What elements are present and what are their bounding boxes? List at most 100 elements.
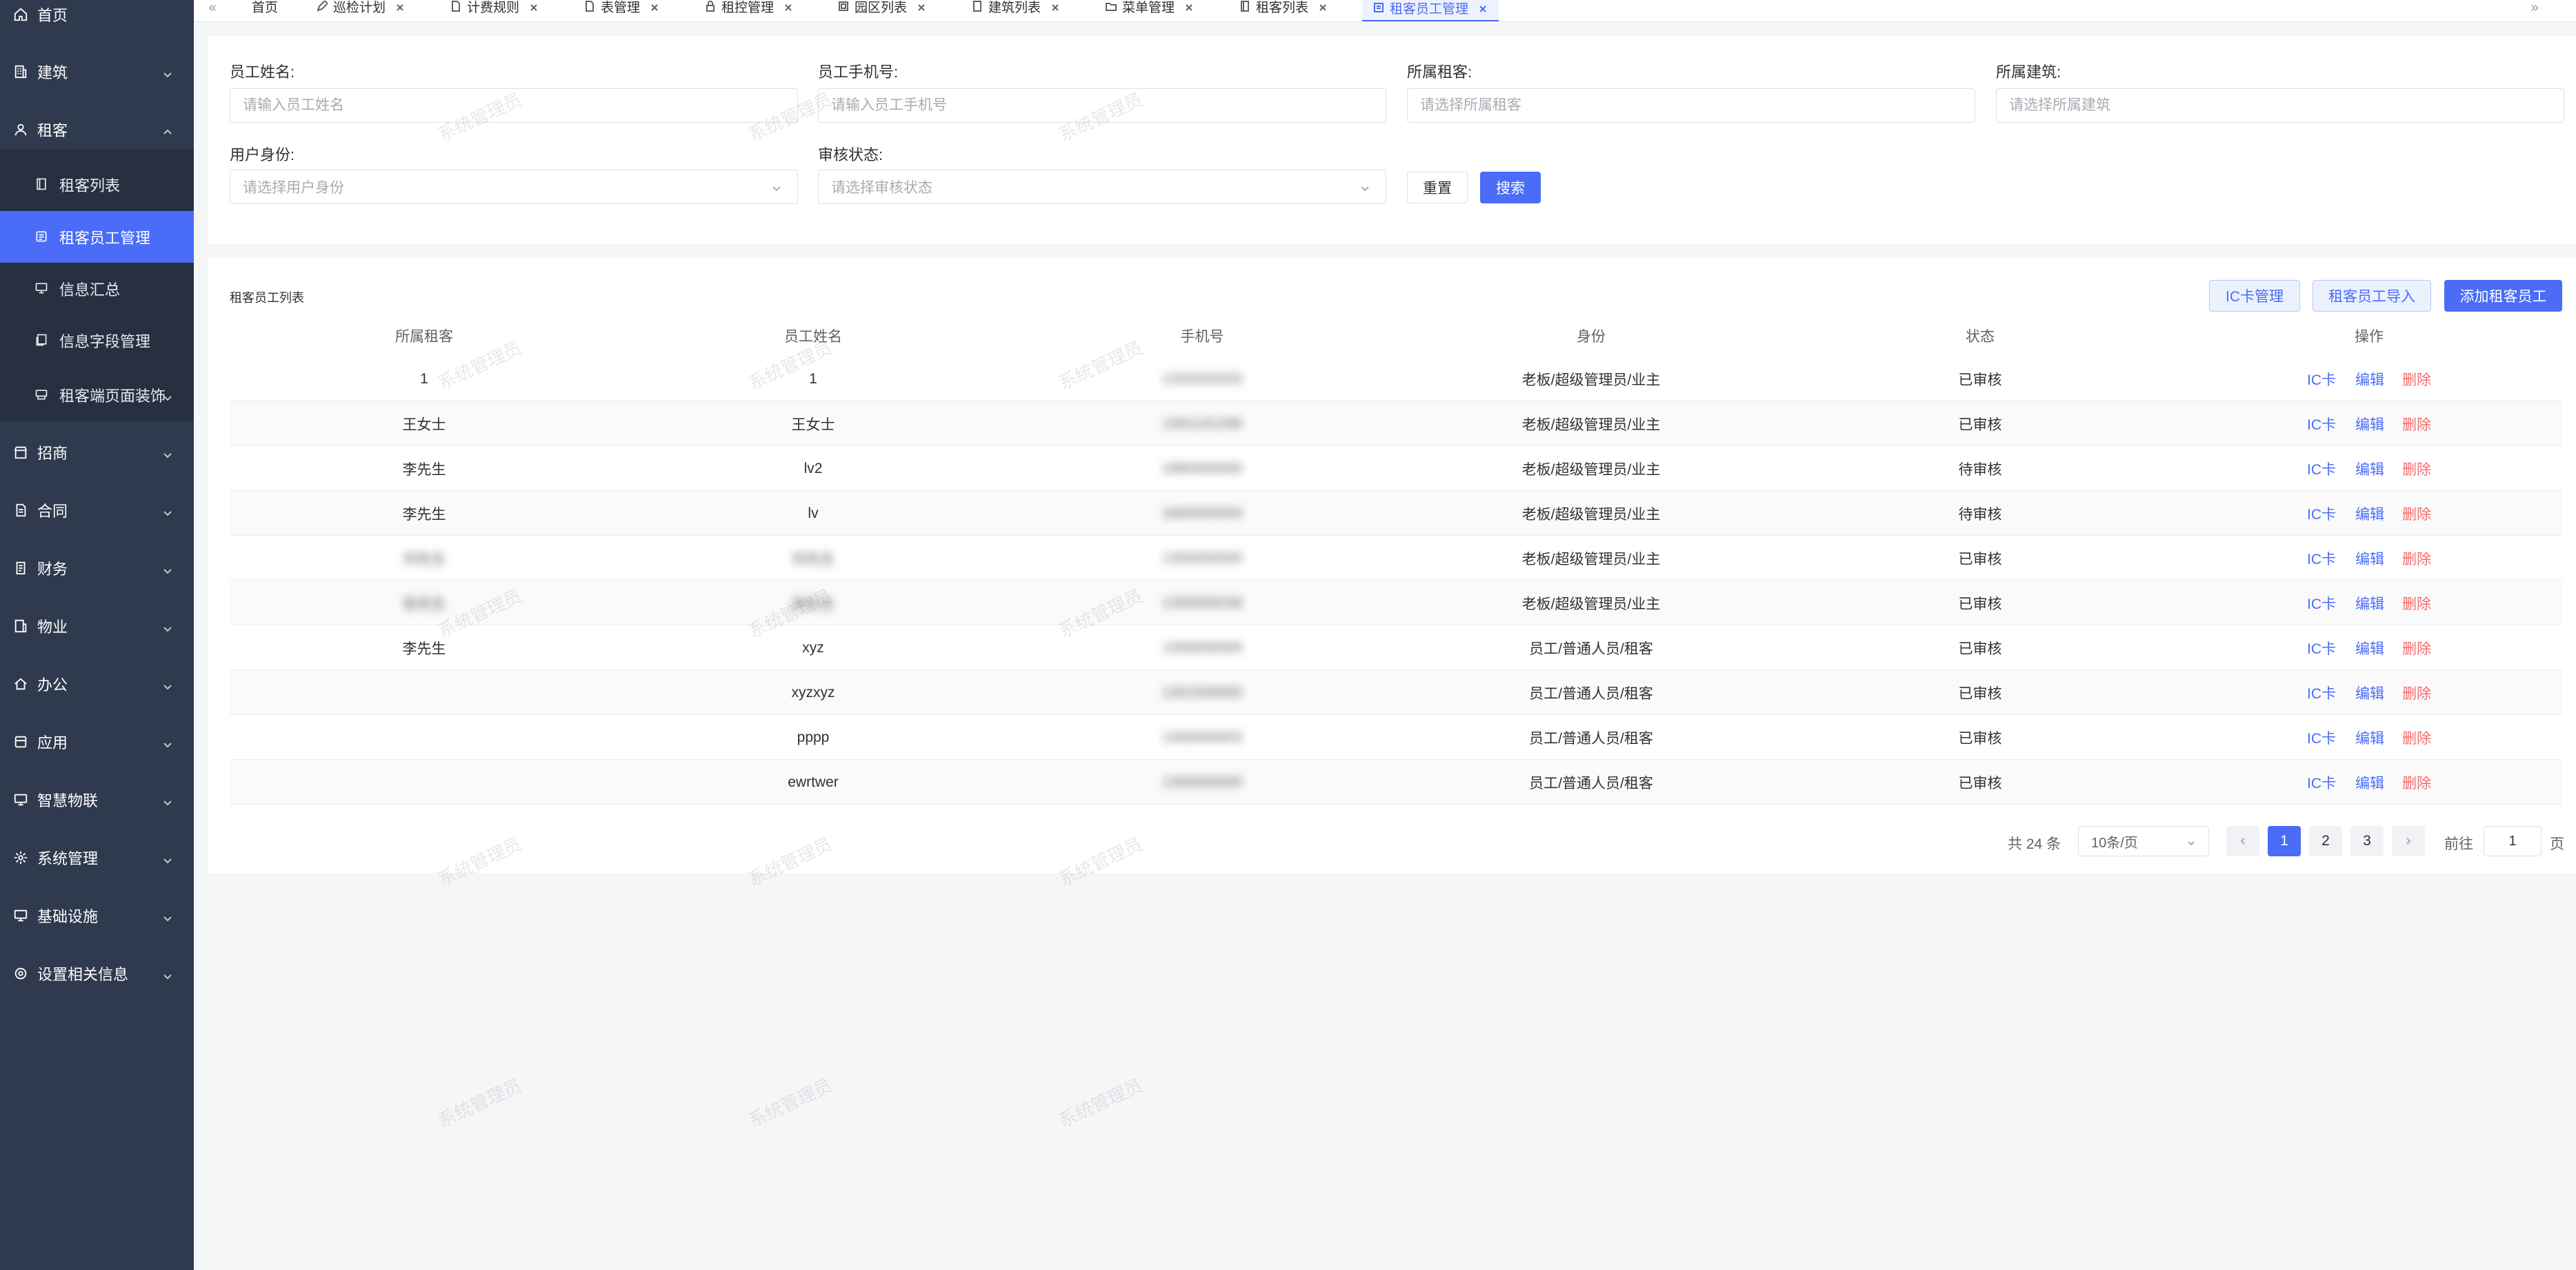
edit-link[interactable]: 编辑 <box>2355 625 2384 670</box>
staff-import-button[interactable]: 租客员工导入 <box>2313 280 2431 312</box>
sidebar-item-tenant-list[interactable]: 租客列表 <box>0 159 194 210</box>
delete-link[interactable]: 删除 <box>2402 625 2431 670</box>
building-input[interactable] <box>1996 88 2564 123</box>
ic-card-link[interactable]: IC卡 <box>2307 715 2336 760</box>
sidebar-item-building[interactable]: 建筑 <box>0 50 194 93</box>
sidebar-item-tenant[interactable]: 租客 <box>0 108 194 151</box>
edit-link[interactable]: 编辑 <box>2355 491 2384 536</box>
sidebar-item-settings[interactable]: 设置相关信息 <box>0 952 194 995</box>
next-page-button[interactable] <box>2392 826 2425 856</box>
edit-link[interactable]: 编辑 <box>2355 715 2384 760</box>
tabs-scroll-right-icon[interactable]: » <box>2525 0 2544 19</box>
tabs-scroll-left-icon[interactable]: « <box>203 0 222 19</box>
sidebar-item-page-decor[interactable]: 租客端页面装饰 <box>0 369 194 421</box>
sidebar-item-iot[interactable]: 智慧物联 <box>0 778 194 821</box>
sidebar-item-property[interactable]: 物业 <box>0 605 194 647</box>
apps-icon <box>12 734 29 750</box>
tab-menu-manage[interactable]: 菜单管理 <box>1106 0 1194 17</box>
sidebar-item-tenant-staff[interactable]: 租客员工管理 <box>0 211 194 263</box>
tab-park-list[interactable]: 园区列表 <box>838 0 926 17</box>
tab-meter-manage[interactable]: 表管理 <box>584 0 659 17</box>
status-select-placeholder: 请选择审核状态 <box>831 180 932 196</box>
close-icon[interactable] <box>395 1 405 11</box>
tab-building-list[interactable]: 建筑列表 <box>972 0 1060 17</box>
close-icon[interactable] <box>1318 1 1328 11</box>
delete-link[interactable]: 删除 <box>2402 670 2431 715</box>
edit-link[interactable]: 编辑 <box>2355 356 2384 401</box>
sidebar-item-label: 首页 <box>37 7 68 24</box>
sidebar-item-infrastructure[interactable]: 基础设施 <box>0 894 194 937</box>
park-icon <box>838 1 849 12</box>
close-icon[interactable] <box>1184 1 1194 11</box>
edit-link[interactable]: 编辑 <box>2355 401 2384 446</box>
ic-card-link[interactable]: IC卡 <box>2307 670 2336 715</box>
tab-tenant-list[interactable]: 租客列表 <box>1239 0 1328 17</box>
delete-link[interactable]: 删除 <box>2402 446 2431 491</box>
ic-card-link[interactable]: IC卡 <box>2307 401 2336 446</box>
search-button[interactable]: 搜索 <box>1480 172 1541 203</box>
delete-link[interactable]: 删除 <box>2402 491 2431 536</box>
sidebar-item-home[interactable]: 首页 <box>0 0 194 36</box>
ic-card-link[interactable]: IC卡 <box>2307 581 2336 625</box>
close-icon[interactable] <box>529 1 539 11</box>
delete-link[interactable]: 删除 <box>2402 581 2431 625</box>
edit-link[interactable]: 编辑 <box>2355 446 2384 491</box>
close-icon[interactable] <box>650 1 659 11</box>
tab-inspection-plan[interactable]: 巡检计划 <box>317 0 405 17</box>
document-icon <box>584 1 595 12</box>
page-button-1[interactable]: 1 <box>2268 826 2301 856</box>
edit-link[interactable]: 编辑 <box>2355 536 2384 581</box>
settings-icon <box>12 965 29 982</box>
name-input[interactable] <box>230 88 798 123</box>
cell-tenant: 王女士 <box>402 416 446 433</box>
page-button-2[interactable]: 2 <box>2309 826 2342 856</box>
ic-card-link[interactable]: IC卡 <box>2307 491 2336 536</box>
add-staff-button[interactable]: 添加租客员工 <box>2444 280 2562 312</box>
tab-tenant-staff[interactable]: 租客员工管理 <box>1362 0 1499 21</box>
sidebar-item-investment[interactable]: 招商 <box>0 431 194 474</box>
edit-link[interactable]: 编辑 <box>2355 670 2384 715</box>
tenant-input[interactable] <box>1407 88 1975 123</box>
page-button-3[interactable]: 3 <box>2350 826 2384 856</box>
delete-link[interactable]: 删除 <box>2402 401 2431 446</box>
ic-card-link[interactable]: IC卡 <box>2307 536 2336 581</box>
sidebar-item-field-manage[interactable]: 信息字段管理 <box>0 314 194 366</box>
reset-button[interactable]: 重置 <box>1407 172 1468 203</box>
ic-card-link[interactable]: IC卡 <box>2307 760 2336 805</box>
sidebar-item-contract[interactable]: 合同 <box>0 489 194 532</box>
sidebar-item-apps[interactable]: 应用 <box>0 720 194 763</box>
edit-link[interactable]: 编辑 <box>2355 581 2384 625</box>
tab-billing-rules[interactable]: 计费规则 <box>450 0 539 17</box>
goto-page-input[interactable] <box>2484 826 2542 856</box>
ic-card-link[interactable]: IC卡 <box>2307 356 2336 401</box>
tab-home[interactable]: 首页 <box>252 0 278 17</box>
field-icon <box>34 333 50 348</box>
identity-select[interactable]: 请选择用户身份 <box>230 170 798 204</box>
phone-input[interactable] <box>818 88 1386 123</box>
page-size-select[interactable]: 10条/页 <box>2078 826 2209 856</box>
sidebar-item-system[interactable]: 系统管理 <box>0 836 194 879</box>
ic-card-link[interactable]: IC卡 <box>2307 625 2336 670</box>
delete-link[interactable]: 删除 <box>2402 356 2431 401</box>
tab-rent-control[interactable]: 租控管理 <box>705 0 793 17</box>
close-icon[interactable] <box>1050 1 1060 11</box>
close-icon[interactable] <box>1478 3 1488 12</box>
status-select[interactable]: 请选择审核状态 <box>818 170 1386 204</box>
chevron-down-icon <box>162 505 173 516</box>
sidebar-item-finance[interactable]: 财务 <box>0 547 194 589</box>
close-icon[interactable] <box>783 1 793 11</box>
sidebar-item-office[interactable]: 办公 <box>0 663 194 705</box>
close-icon[interactable] <box>917 1 926 11</box>
delete-link[interactable]: 删除 <box>2402 536 2431 581</box>
sidebar-item-info-summary[interactable]: 信息汇总 <box>0 263 194 314</box>
cell-status: 已审核 <box>1958 372 2002 388</box>
ic-card-manage-button[interactable]: IC卡管理 <box>2209 280 2300 312</box>
prev-page-button[interactable] <box>2226 826 2259 856</box>
tab-label: 租客员工管理 <box>1390 1 1469 17</box>
ic-card-link[interactable]: IC卡 <box>2307 446 2336 491</box>
delete-link[interactable]: 删除 <box>2402 760 2431 805</box>
cell-tenant: 李先生 <box>402 461 446 478</box>
edit-link[interactable]: 编辑 <box>2355 760 2384 805</box>
delete-link[interactable]: 删除 <box>2402 715 2431 760</box>
chevron-down-icon <box>162 66 173 78</box>
